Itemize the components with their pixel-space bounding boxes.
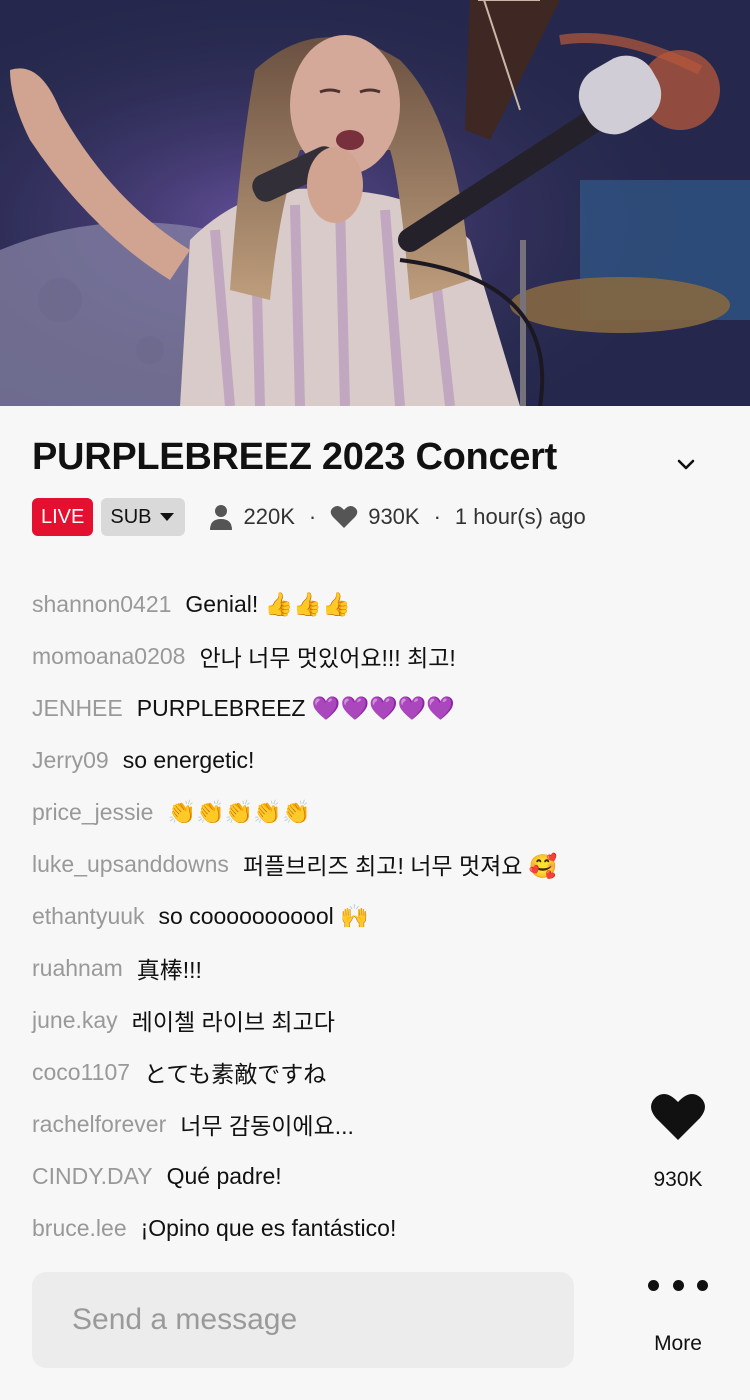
chat-message: CINDY.DAY Qué padre! (32, 1150, 632, 1202)
chat-message: ruahnam 真棒!!! (32, 942, 632, 994)
chat-list: shannon0421 Genial! 👍👍👍 momoana0208 안나 너무 멋… (32, 578, 632, 1254)
chat-username[interactable]: momoana0208 (32, 643, 185, 670)
chat-message: luke_upsanddowns 퍼플브리즈 최고! 너무 멋져요 🥰 (32, 838, 632, 890)
chevron-down-icon[interactable] (668, 446, 704, 482)
message-input[interactable] (32, 1272, 612, 1368)
time-ago: 1 hour(s) ago (454, 504, 586, 529)
person-icon (210, 505, 233, 530)
chat-username[interactable]: shannon0421 (32, 591, 171, 618)
chat-text: so cooooooooool 🙌 (158, 902, 369, 929)
chat-text: ¡Opino que es fantástico! (140, 1214, 397, 1241)
chat-message: coco1107 とても素敵ですね (32, 1046, 632, 1098)
like-count-value: 930K (368, 504, 420, 529)
separator-dot: · (433, 504, 441, 529)
chat-message: Jerry09 so energetic! (32, 734, 632, 786)
chat-username[interactable]: ethantyuuk (32, 903, 145, 930)
chat-username[interactable]: CINDY.DAY (32, 1163, 153, 1190)
heart-icon (651, 1093, 705, 1140)
more-dot (648, 1279, 659, 1291)
more-dot (697, 1279, 708, 1291)
chat-text: 퍼플브리즈 최고! 너무 멋져요 🥰 (242, 853, 558, 879)
chat-text: 레이첼 라이브 최고다 (131, 1009, 335, 1035)
concert-photo (0, 0, 750, 406)
like-count-meta: 930K (330, 504, 420, 530)
heart-icon (330, 506, 358, 528)
chat-message: bruce.lee ¡Opino que es fantástico! (32, 1202, 632, 1254)
chat-message: JENHEE PURPLEBREEZ 💜💜💜💜💜 (32, 682, 632, 734)
subtitle-dropdown[interactable]: SUB (101, 498, 186, 536)
chat-username[interactable]: Jerry09 (32, 747, 109, 774)
more-dot (672, 1279, 684, 1291)
chat-message: shannon0421 Genial! 👍👍👍 (32, 578, 632, 630)
chat-text: 真棒!!! (136, 957, 202, 983)
chat-message: ethantyuuk so cooooooooool 🙌 (32, 890, 632, 942)
chat-username[interactable]: ruahnam (32, 955, 123, 982)
chat-message: momoana0208 안나 너무 멋있어요!!! 최고! (32, 630, 632, 682)
stream-meta: LIVE SUB 220K · 930K · 1 hour(s) ago (32, 498, 586, 536)
stream-info: PURPLEBREEZ 2023 Concert LIVE SUB 220K · (0, 406, 750, 574)
chat-text: so energetic! (122, 746, 255, 773)
chat-message: june.kay 레이첼 라이브 최고다 (32, 994, 632, 1046)
chat-text: PURPLEBREEZ 💜💜💜💜💜 (136, 694, 456, 721)
chat-username[interactable]: JENHEE (32, 695, 123, 722)
like-button-count: 930K (653, 1168, 703, 1191)
chat-username[interactable]: coco1107 (32, 1059, 130, 1086)
chat-username[interactable]: price_jessie (32, 799, 153, 826)
stream-title: PURPLEBREEZ 2023 Concert (32, 436, 557, 478)
message-composer (32, 1272, 612, 1368)
chat-username[interactable]: rachelforever (32, 1111, 166, 1138)
chat-text: 👏👏👏👏👏 (167, 798, 311, 825)
chat-text: Qué padre! (166, 1162, 282, 1189)
chat-message: rachelforever 너무 감동이에요... (32, 1098, 632, 1150)
chat-text: Genial! 👍👍👍 (185, 590, 351, 617)
chat-text: とても素敵ですね (144, 1061, 327, 1087)
more-label[interactable]: More (638, 1332, 718, 1356)
more-dots-icon[interactable] (648, 1270, 708, 1300)
viewer-count-value: 220K (243, 504, 295, 529)
chat-username[interactable]: bruce.lee (32, 1215, 127, 1242)
viewer-count: 220K (209, 504, 295, 530)
caret-down-icon (160, 513, 175, 521)
separator-dot: · (308, 504, 317, 529)
chat-text: 안나 너무 멋있어요!!! 최고! (199, 645, 456, 671)
chat-username[interactable]: luke_upsanddowns (32, 851, 229, 878)
like-button[interactable] (650, 1092, 706, 1148)
subtitle-label: SUB (110, 506, 152, 528)
chat-message: price_jessie 👏👏👏👏👏 (32, 786, 632, 838)
chat-text: 너무 감동이에요... (180, 1113, 354, 1139)
live-video-player[interactable] (0, 0, 750, 406)
chat-username[interactable]: june.kay (32, 1007, 118, 1034)
live-badge: LIVE (32, 498, 94, 536)
